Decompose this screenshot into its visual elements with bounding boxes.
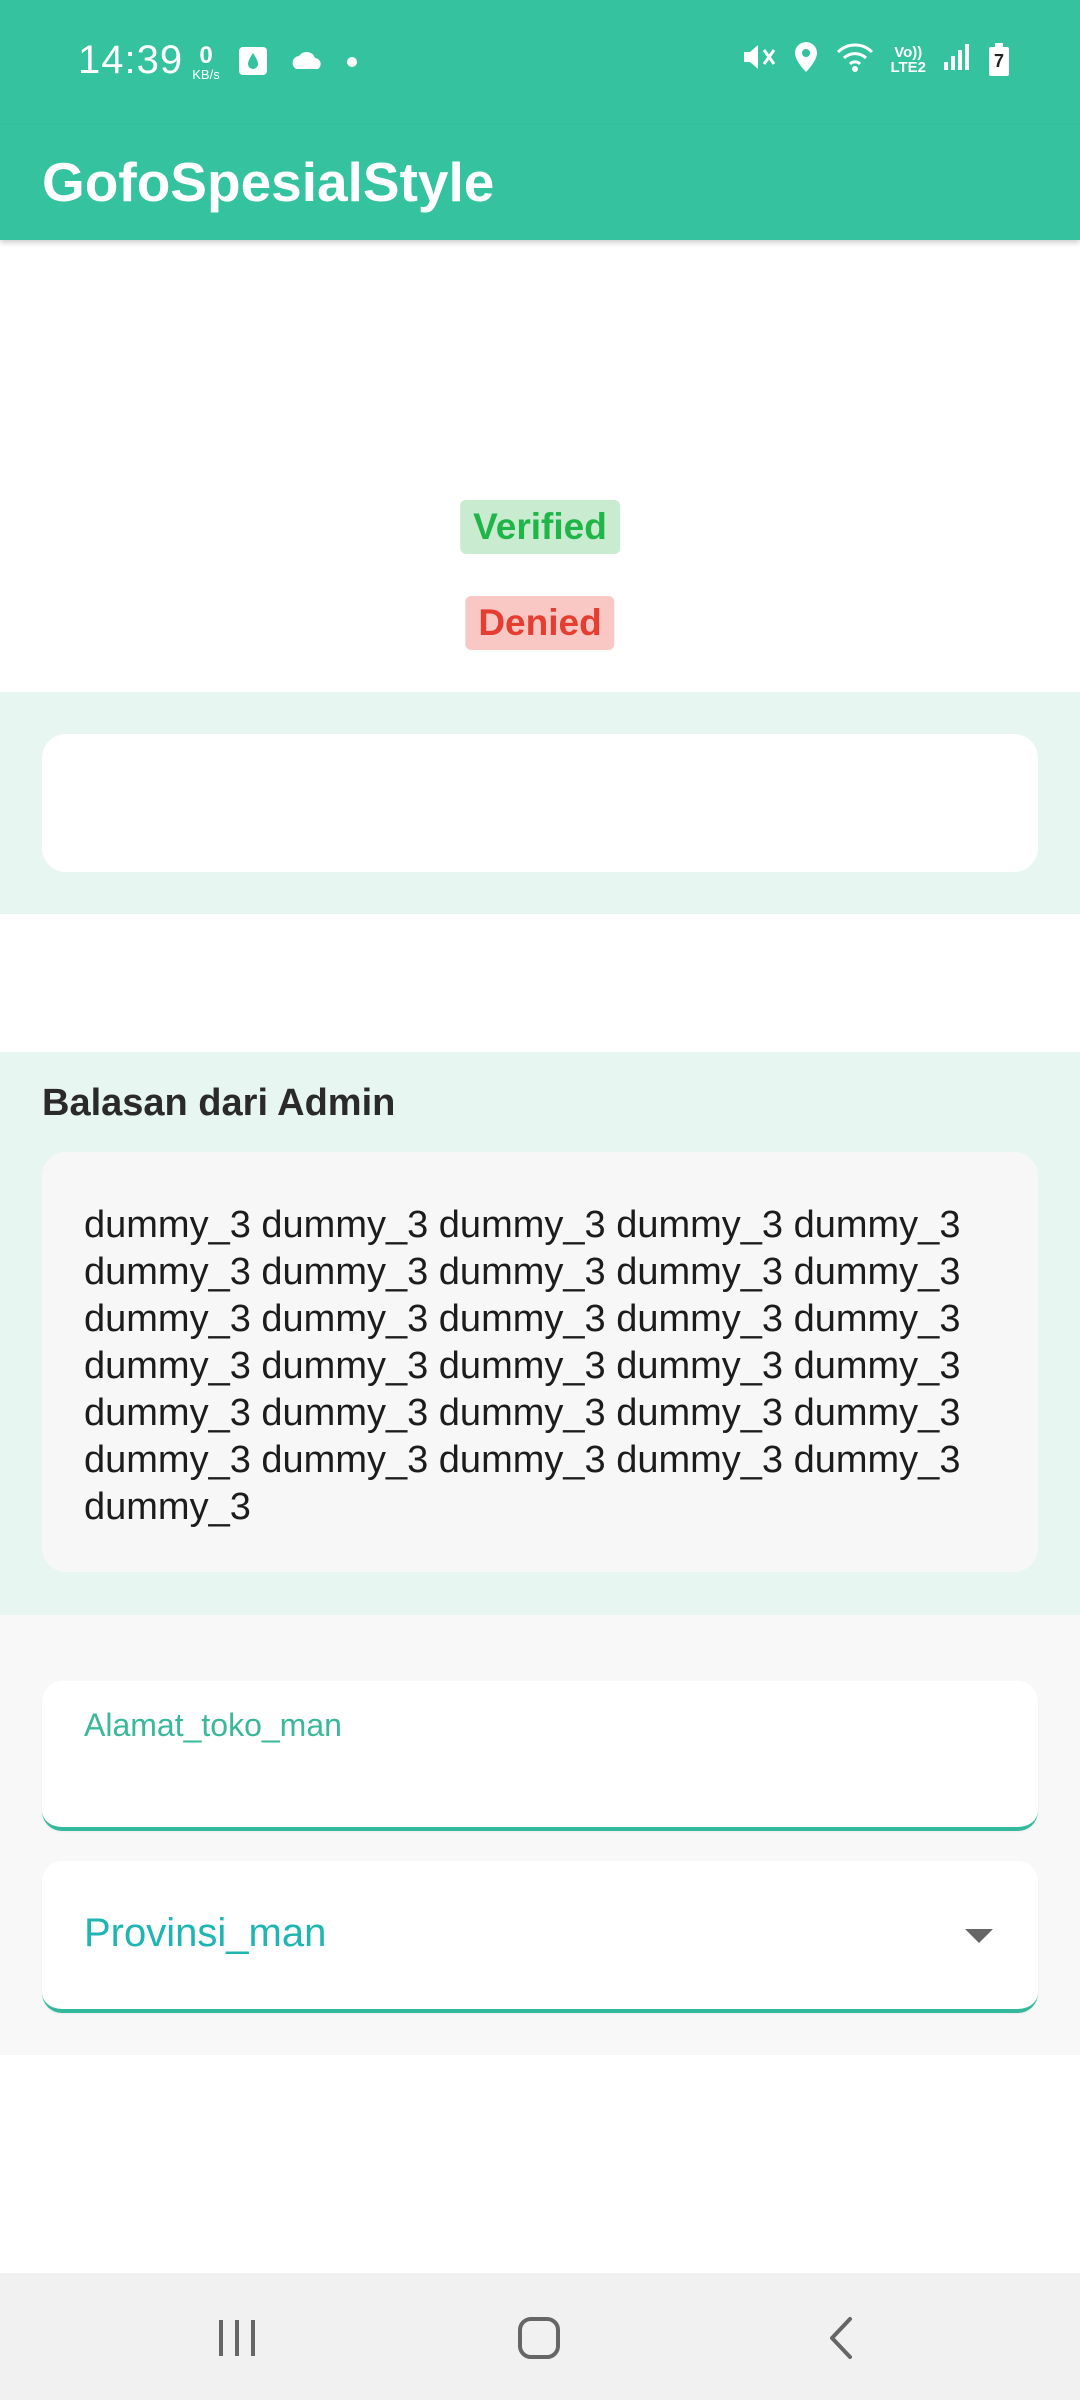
system-nav-bar bbox=[0, 2273, 1080, 2400]
dropdown-arrow-icon bbox=[965, 1929, 993, 1943]
admin-reply-section: Balasan dari Admin dummy_3 dummy_3 dummy… bbox=[0, 1052, 1080, 1615]
store-address-field[interactable]: Alamat_toko_man bbox=[42, 1681, 1038, 1831]
recent-apps-button[interactable] bbox=[202, 2303, 272, 2373]
status-time: 14:39 bbox=[78, 38, 184, 82]
verified-badge: Verified bbox=[460, 500, 620, 554]
status-message-card bbox=[42, 734, 1038, 872]
home-button[interactable] bbox=[504, 2303, 574, 2373]
status-message-section bbox=[0, 692, 1080, 914]
back-button[interactable] bbox=[806, 2303, 876, 2373]
store-address-label: Alamat_toko_man bbox=[84, 1707, 342, 1743]
app-bar: GofoSpesialStyle bbox=[0, 125, 1080, 240]
battery-icon: 7 bbox=[988, 42, 1010, 77]
province-value: Provinsi_man bbox=[84, 1911, 327, 1955]
page-title: GofoSpesialStyle bbox=[42, 151, 495, 213]
recent-apps-icon bbox=[219, 2320, 255, 2356]
status-bar: 14:39 0 KB/s Vo)) LTE2 7 bbox=[0, 0, 1080, 125]
back-icon bbox=[830, 2317, 852, 2359]
location-icon bbox=[792, 40, 820, 79]
admin-reply-heading: Balasan dari Admin bbox=[42, 1082, 396, 1124]
app-notification-icon bbox=[238, 46, 268, 81]
home-icon bbox=[518, 2317, 560, 2359]
mute-icon bbox=[740, 40, 776, 79]
province-dropdown[interactable]: Provinsi_man bbox=[42, 1861, 1038, 2013]
admin-reply-card: dummy_3 dummy_3 dummy_3 dummy_3 dummy_3 … bbox=[42, 1152, 1038, 1572]
lte-bottom-label: LTE2 bbox=[890, 58, 926, 76]
lte-indicator: Vo)) LTE2 bbox=[890, 45, 926, 75]
admin-reply-text: dummy_3 dummy_3 dummy_3 dummy_3 dummy_3 … bbox=[84, 1204, 961, 1528]
denied-badge: Denied bbox=[465, 596, 615, 650]
wifi-icon bbox=[836, 41, 874, 78]
network-speed-value: 0 bbox=[199, 42, 213, 69]
battery-level: 7 bbox=[993, 50, 1004, 71]
dot-icon bbox=[346, 55, 358, 73]
signal-icon bbox=[942, 42, 972, 77]
network-speed: 0 KB/s bbox=[186, 42, 226, 82]
cloud-icon bbox=[288, 49, 326, 78]
network-speed-unit: KB/s bbox=[192, 67, 220, 82]
store-form: Alamat_toko_man Provinsi_man bbox=[0, 1615, 1080, 2055]
